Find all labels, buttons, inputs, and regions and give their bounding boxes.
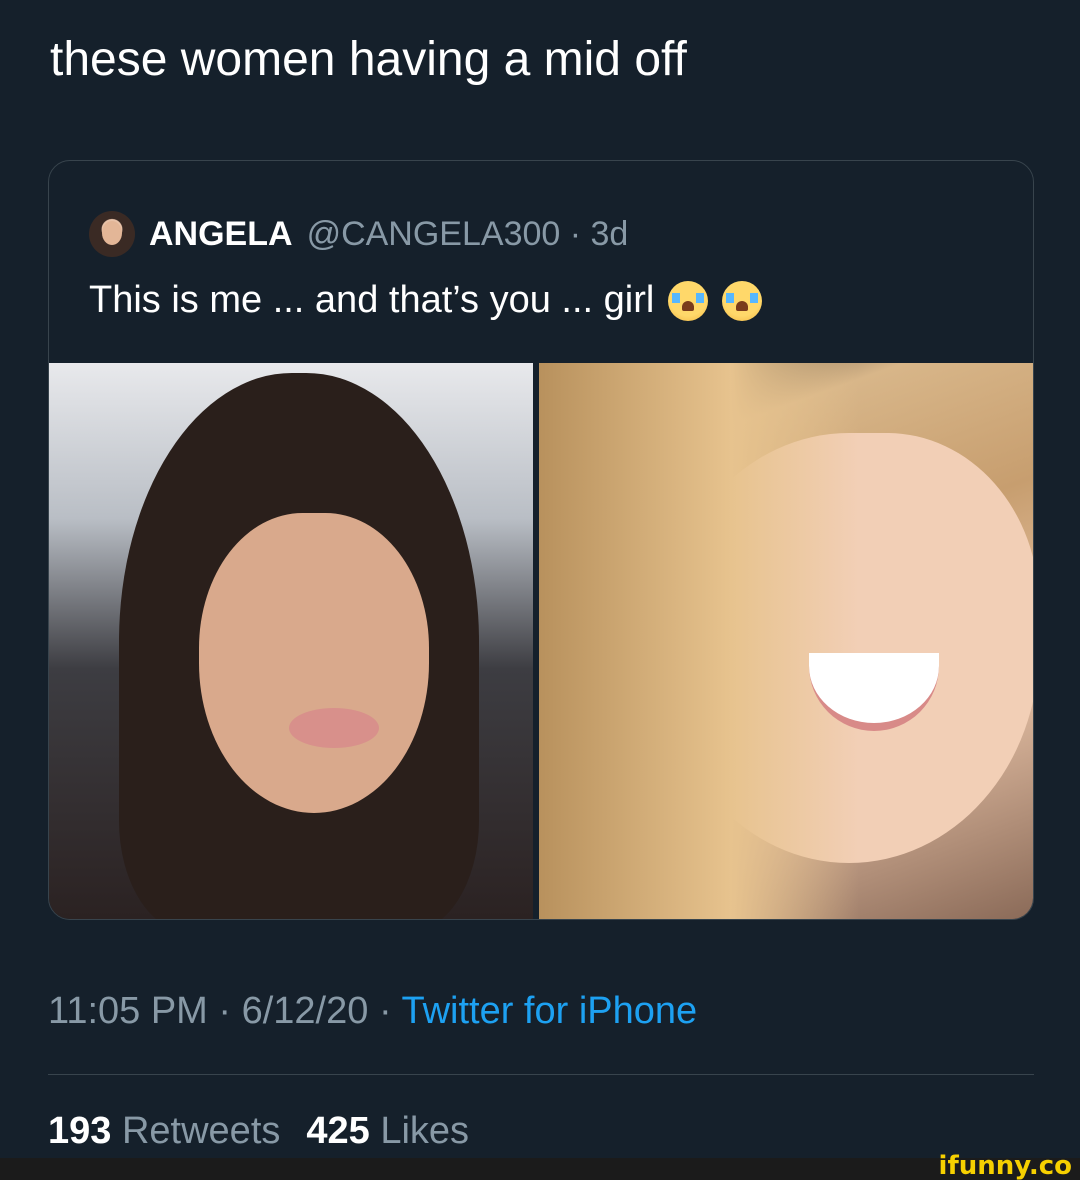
quoted-tweet-text: This is me ... and that’s you ... girl — [89, 279, 655, 321]
loudly-crying-face-icon — [668, 280, 709, 321]
retweets-label: Retweets — [121, 1110, 281, 1152]
likes-label: Likes — [380, 1110, 470, 1152]
photo-face — [199, 513, 429, 813]
quoted-tweet-text-row: This is me ... and that’s you ... girl — [89, 279, 763, 322]
retweets-stat[interactable]: 193 Retweets — [48, 1110, 280, 1152]
tweet-source-link[interactable]: Twitter for iPhone — [401, 990, 697, 1032]
likes-count: 425 — [306, 1110, 370, 1152]
quoted-display-name[interactable]: ANGELA — [149, 215, 293, 254]
divider — [48, 1074, 1034, 1075]
watermark-bar — [0, 1158, 1080, 1180]
photo-hair — [539, 363, 859, 919]
quoted-tweet-card[interactable]: ANGELA @CANGELA300 · 3d This is me ... a… — [48, 160, 1034, 920]
loudly-crying-face-icon — [722, 280, 763, 321]
quoted-handle[interactable]: @CANGELA300 · 3d — [307, 215, 629, 254]
media-photo-right[interactable] — [539, 363, 1033, 919]
engagement-stats: 193 Retweets 425 Likes — [48, 1110, 469, 1153]
tweet-timestamp[interactable]: 11:05 PM · 6/12/20 · — [48, 990, 401, 1032]
likes-stat[interactable]: 425 Likes — [306, 1110, 469, 1152]
media-photo-left[interactable] — [49, 363, 533, 919]
tweet-metadata: 11:05 PM · 6/12/20 · Twitter for iPhone — [48, 990, 697, 1033]
photo-lips — [289, 708, 379, 748]
quoted-tweet-header: ANGELA @CANGELA300 · 3d — [89, 209, 628, 259]
tweet-text: these women having a mid off — [50, 33, 687, 86]
ifunny-watermark-logo: ifunny.co — [938, 1151, 1072, 1180]
avatar[interactable] — [89, 211, 135, 257]
retweets-count: 193 — [48, 1110, 112, 1152]
